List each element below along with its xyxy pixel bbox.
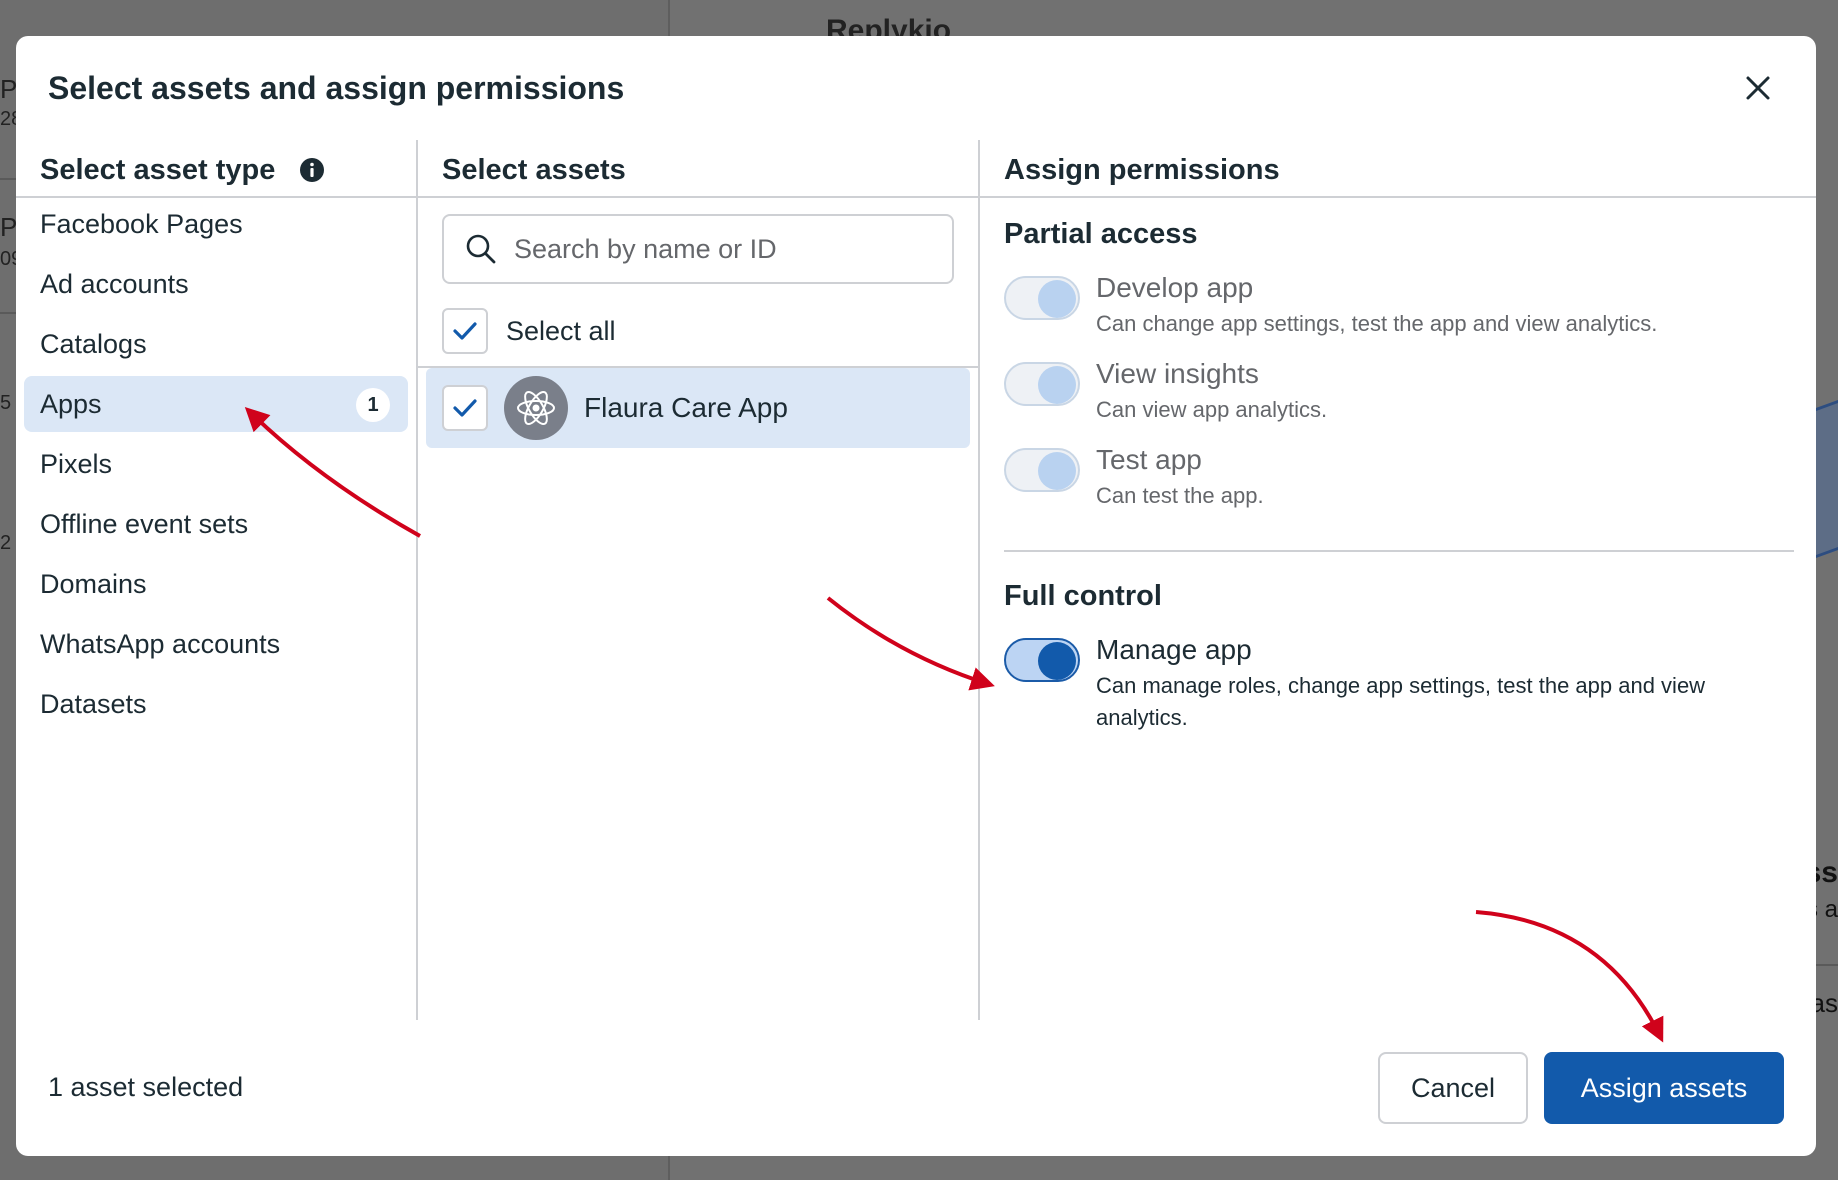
asset-type-facebook-pages[interactable]: Facebook Pages	[24, 196, 408, 252]
permission-description: Can view app analytics.	[1096, 397, 1328, 422]
cancel-button[interactable]: Cancel	[1378, 1052, 1528, 1124]
dialog-title: Select assets and assign permissions	[48, 70, 625, 106]
asset-type-label: Datasets	[40, 688, 147, 719]
app-avatar	[504, 376, 568, 440]
checkmark-icon	[453, 322, 477, 340]
checkmark-icon	[453, 399, 477, 417]
background-divider	[0, 178, 16, 180]
column-divider	[416, 140, 418, 1020]
select-assets-header: Select assets	[442, 153, 626, 186]
permission-manage-app: Manage app Can manage roles, change app …	[1004, 634, 1804, 744]
select-assets-dialog: Select assets and assign permissions Sel…	[16, 36, 1816, 1156]
asset-type-label: WhatsApp accounts	[40, 628, 281, 659]
permission-name: Develop app	[1096, 272, 1254, 303]
background-fragment: P	[0, 74, 18, 104]
close-icon	[1746, 76, 1770, 100]
asset-type-label: Facebook Pages	[40, 208, 243, 239]
permission-description: Can change app settings, test the app an…	[1096, 311, 1658, 336]
asset-type-ad-accounts[interactable]: Ad accounts	[24, 256, 408, 312]
asset-type-label: Pixels	[40, 448, 113, 479]
permission-name: Test app	[1096, 444, 1202, 475]
permission-develop-app: Develop app Can change app settings, tes…	[1004, 272, 1804, 352]
manage-app-toggle[interactable]	[1004, 638, 1080, 682]
full-control-title: Full control	[1004, 580, 1162, 612]
info-icon[interactable]	[299, 157, 325, 183]
asset-type-offline-event-sets[interactable]: Offline event sets	[24, 496, 408, 552]
asset-row-flaura-care-app[interactable]: Flaura Care App	[426, 368, 970, 448]
permission-name: View insights	[1096, 358, 1259, 389]
background-fragment: 2	[0, 532, 12, 554]
toggle-knob	[1038, 642, 1076, 680]
asset-type-domains[interactable]: Domains	[24, 556, 408, 612]
asset-type-label: Apps	[40, 388, 102, 419]
search-field[interactable]	[442, 214, 954, 284]
background-fragment: 5	[0, 392, 12, 414]
permission-test-app: Test app Can test the app.	[1004, 444, 1804, 524]
select-all-checkbox[interactable]	[442, 308, 488, 354]
develop-app-toggle[interactable]	[1004, 276, 1080, 320]
toggle-knob	[1038, 280, 1076, 318]
asset-type-header-label: Select asset type	[40, 153, 276, 186]
background-divider	[0, 312, 16, 314]
assign-permissions-header: Assign permissions	[1004, 153, 1280, 186]
background-divider	[1816, 964, 1838, 966]
background-fragment: P	[0, 212, 18, 242]
search-icon	[466, 234, 496, 264]
select-all-label: Select all	[506, 315, 616, 346]
asset-type-label: Ad accounts	[40, 268, 189, 299]
asset-type-label: Catalogs	[40, 328, 147, 359]
assign-assets-button[interactable]: Assign assets	[1544, 1052, 1784, 1124]
selection-status: 1 asset selected	[48, 1072, 244, 1102]
test-app-toggle[interactable]	[1004, 448, 1080, 492]
asset-type-label: Domains	[40, 568, 147, 599]
view-insights-toggle[interactable]	[1004, 362, 1080, 406]
asset-type-header: Select asset type	[40, 144, 325, 196]
atom-icon	[517, 391, 555, 425]
header-divider	[418, 196, 980, 198]
permission-description: Can test the app.	[1096, 483, 1264, 508]
permission-view-insights: View insights Can view app analytics.	[1004, 358, 1804, 438]
asset-type-pixels[interactable]: Pixels	[24, 436, 408, 492]
toggle-knob	[1038, 452, 1076, 490]
column-divider	[978, 140, 980, 1020]
asset-checkbox[interactable]	[442, 385, 488, 431]
toggle-knob	[1038, 366, 1076, 404]
asset-name: Flaura Care App	[584, 392, 788, 423]
selected-count-badge: 1	[356, 388, 390, 422]
header-divider	[980, 196, 1816, 198]
asset-type-catalogs[interactable]: Catalogs	[24, 316, 408, 372]
permission-description: Can manage roles, change app settings, t…	[1096, 673, 1706, 730]
asset-type-datasets[interactable]: Datasets	[24, 676, 408, 732]
select-all-row[interactable]: Select all	[442, 306, 616, 356]
permission-name: Manage app	[1096, 634, 1252, 665]
asset-type-whatsapp-accounts[interactable]: WhatsApp accounts	[24, 616, 408, 672]
permissions-divider	[1004, 550, 1794, 552]
partial-access-title: Partial access	[1004, 218, 1198, 250]
asset-type-apps[interactable]: Apps 1	[24, 376, 408, 432]
search-input[interactable]	[514, 233, 934, 265]
asset-type-label: Offline event sets	[40, 508, 249, 539]
close-button[interactable]	[1738, 68, 1778, 108]
